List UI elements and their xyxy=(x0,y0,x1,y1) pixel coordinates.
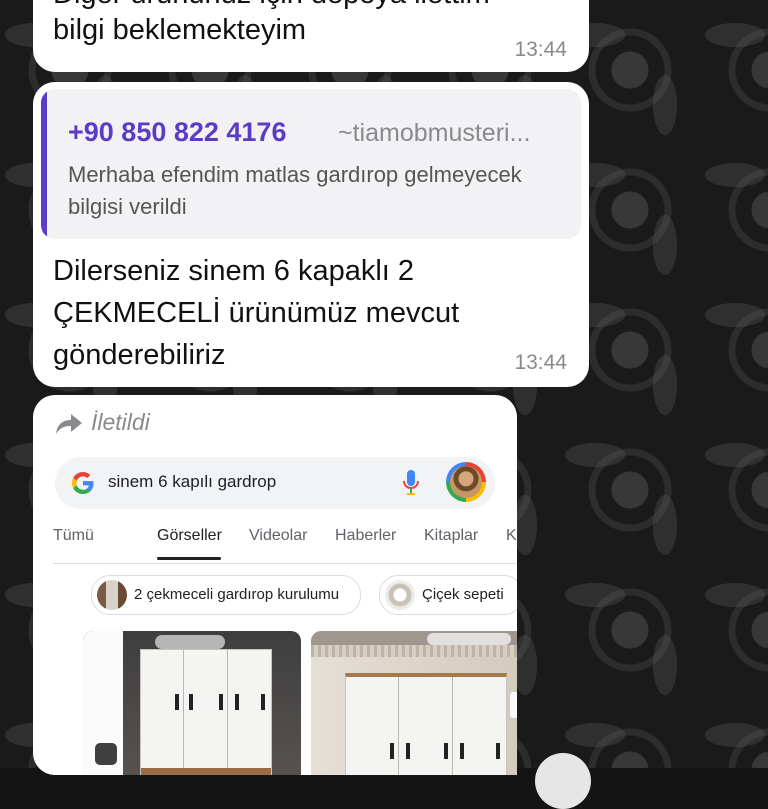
quoted-text: Merhaba efendim matlas gardırop gelmeyec… xyxy=(68,162,522,219)
tab-videos: Videolar xyxy=(249,527,308,544)
message-timestamp: 13:44 xyxy=(514,351,567,374)
message-text: Dilerseniz sinem 6 kapaklı 2 ÇEKMECELİ ü… xyxy=(53,255,460,371)
message-timestamp: 13:44 xyxy=(514,38,567,61)
search-bar: sinem 6 kapılı gardrop xyxy=(55,457,495,509)
chip-thumbnail xyxy=(385,580,415,610)
message-text: Diğer ürününüz için depoya ilettim bilgi… xyxy=(53,0,490,46)
tab-books: Kitaplar xyxy=(424,527,479,544)
forwarded-label: İletildi xyxy=(91,409,150,435)
suggestion-chip: 2 çekmeceli gardırop kurulumu xyxy=(91,575,361,615)
search-query: sinem 6 kapılı gardrop xyxy=(108,472,277,491)
chip-thumbnail xyxy=(97,580,127,610)
message-bubble[interactable]: Diğer ürününüz için depoya ilettim bilgi… xyxy=(33,0,589,72)
forwarded-screenshot-image[interactable]: sinem 6 kapılı gardrop Tümü Görseller Vi… xyxy=(53,443,517,775)
quoted-sender-phone: +90 850 822 4176 xyxy=(68,117,287,147)
suggestion-chip: Çiçek sepeti xyxy=(379,575,517,615)
forward-arrow-icon xyxy=(56,414,82,434)
active-tab-indicator xyxy=(157,557,221,560)
scroll-down-button[interactable] xyxy=(535,753,591,809)
message-bubble-reply[interactable]: +90 850 822 4176 ~tiamobmusteri... Merha… xyxy=(33,82,589,387)
quoted-message[interactable]: +90 850 822 4176 ~tiamobmusteri... Merha… xyxy=(41,89,581,239)
tabs-divider xyxy=(53,563,517,564)
tab-short: Kısa xyxy=(506,527,517,544)
quoted-sender-name: ~tiamobmusteri... xyxy=(338,119,531,147)
quote-accent-bar xyxy=(41,89,47,239)
image-result xyxy=(311,631,517,775)
tab-news: Haberler xyxy=(335,527,397,544)
tab-all: Tümü xyxy=(53,527,94,544)
image-result xyxy=(83,631,301,775)
chip-label: 2 çekmeceli gardırop kurulumu xyxy=(134,586,340,603)
forwarded-image-message[interactable]: İletildi sinem 6 kapılı gardrop Tümü Gör… xyxy=(33,395,517,775)
profile-avatar-icon xyxy=(446,462,486,502)
tab-images: Görseller xyxy=(157,527,222,544)
microphone-icon xyxy=(403,470,419,495)
google-g-icon xyxy=(72,472,94,494)
wardrobe-photo xyxy=(345,673,507,775)
image-source-icon xyxy=(95,743,117,765)
wardrobe-photo xyxy=(140,649,272,775)
search-tabs: Tümü Görseller Videolar Haberler Kitapla… xyxy=(53,527,517,561)
chip-label: Çiçek sepeti xyxy=(422,586,504,603)
